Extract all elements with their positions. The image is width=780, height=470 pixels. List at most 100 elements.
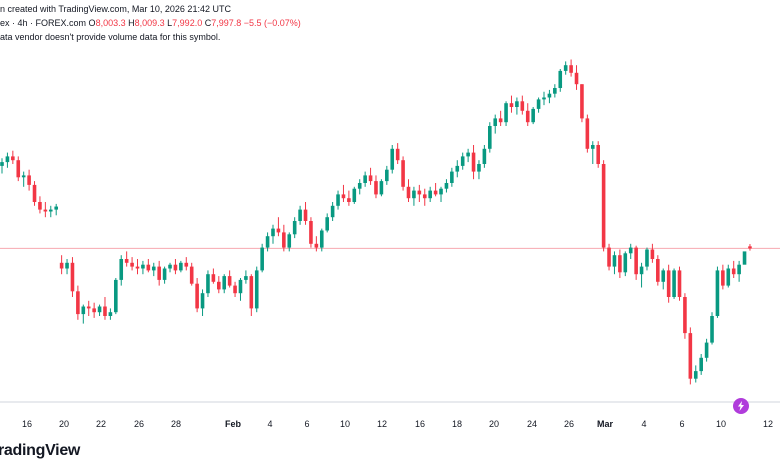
candle-body (737, 264, 741, 275)
candle-body (623, 253, 628, 273)
candle-body (254, 270, 259, 309)
candle (607, 243, 611, 271)
candle-body (309, 221, 313, 244)
candle-body (303, 209, 308, 221)
candle (5, 152, 10, 168)
candle-body (206, 274, 210, 294)
candle (173, 259, 178, 275)
candle (336, 190, 340, 210)
candle (146, 259, 151, 273)
candle-body (114, 279, 118, 313)
candle (525, 103, 530, 126)
candle-body (330, 205, 335, 218)
candles-layer (0, 59, 752, 385)
candle (666, 264, 671, 303)
candle (650, 243, 655, 263)
candle-body (173, 264, 178, 271)
candle (639, 262, 644, 288)
candle (683, 293, 687, 339)
candle (233, 281, 237, 297)
candle-body (515, 101, 519, 107)
candle (444, 179, 449, 193)
candle (466, 148, 470, 163)
candle (298, 205, 302, 225)
candle-body (390, 148, 395, 170)
candle (737, 260, 741, 282)
candle-body (16, 160, 21, 178)
candle (271, 224, 275, 244)
candle (509, 95, 514, 113)
candle-body (189, 266, 194, 284)
candle-body (531, 108, 535, 123)
candlestick-chart: 16 20 22 26 28 Feb 4 6 10 12 16 18 20 24 26 Mar 4 6 10 12 (0, 59, 780, 429)
x-tick-label: 12 (763, 419, 773, 429)
candle (238, 278, 243, 301)
candle-body (433, 190, 438, 195)
brand-text: radingView (0, 442, 81, 459)
candle (303, 202, 308, 225)
candle (357, 179, 362, 195)
lightning-icon (738, 401, 744, 411)
candle-body (379, 181, 384, 195)
candle-body (666, 270, 671, 297)
candle-body (141, 264, 145, 269)
candle (162, 266, 167, 284)
candle-body (86, 306, 91, 309)
candle (422, 188, 427, 206)
candle-body (352, 188, 357, 202)
candle-body (249, 276, 254, 309)
candle-body (422, 194, 427, 199)
candle (54, 203, 58, 216)
candle-body (401, 160, 405, 187)
candle (325, 213, 329, 233)
ticker-ohlc-line: ex · 4h · FOREX.com O8,003.3 H8,009.3 L7… (0, 18, 301, 28)
candle (341, 184, 346, 202)
x-tick-label: 24 (527, 419, 537, 429)
candle (726, 264, 731, 288)
candle-body (43, 209, 48, 212)
candle (471, 145, 476, 180)
candle-body (693, 371, 698, 379)
candle-body (553, 88, 557, 94)
candle (569, 59, 573, 77)
candle-body (596, 145, 600, 164)
candle-body (195, 283, 199, 309)
candle-body (699, 357, 703, 372)
candle (200, 289, 205, 316)
candle (260, 243, 264, 273)
flash-icon[interactable] (733, 398, 749, 414)
candle (385, 165, 389, 185)
candle (282, 224, 286, 252)
candle-body (0, 162, 4, 166)
candle-body (650, 249, 655, 259)
candle-body (731, 268, 736, 275)
candle-body (97, 306, 102, 313)
candle-body (618, 255, 622, 273)
candle-body (520, 101, 525, 111)
candle (195, 278, 199, 313)
candle (16, 156, 21, 182)
candle (428, 186, 432, 202)
candle (97, 304, 102, 316)
candle-body (70, 262, 75, 292)
x-tick-label: 26 (134, 419, 144, 429)
candle (124, 251, 129, 267)
candle (390, 145, 395, 174)
x-tick-label: 18 (452, 419, 462, 429)
candle-body (119, 259, 124, 280)
candle-body (238, 279, 243, 294)
candle-body (536, 99, 541, 109)
candle (206, 270, 210, 297)
ticker-text: ex · 4h · FOREX.com (0, 18, 87, 28)
candle (721, 264, 725, 290)
candle (612, 251, 617, 275)
candle (623, 251, 628, 277)
candle-body (103, 306, 107, 316)
candle-body (292, 221, 297, 235)
x-tick-label: 10 (340, 419, 350, 429)
candle (590, 141, 595, 164)
candle (406, 179, 411, 202)
candle (547, 89, 552, 104)
candle (661, 268, 666, 290)
candle (731, 260, 736, 278)
